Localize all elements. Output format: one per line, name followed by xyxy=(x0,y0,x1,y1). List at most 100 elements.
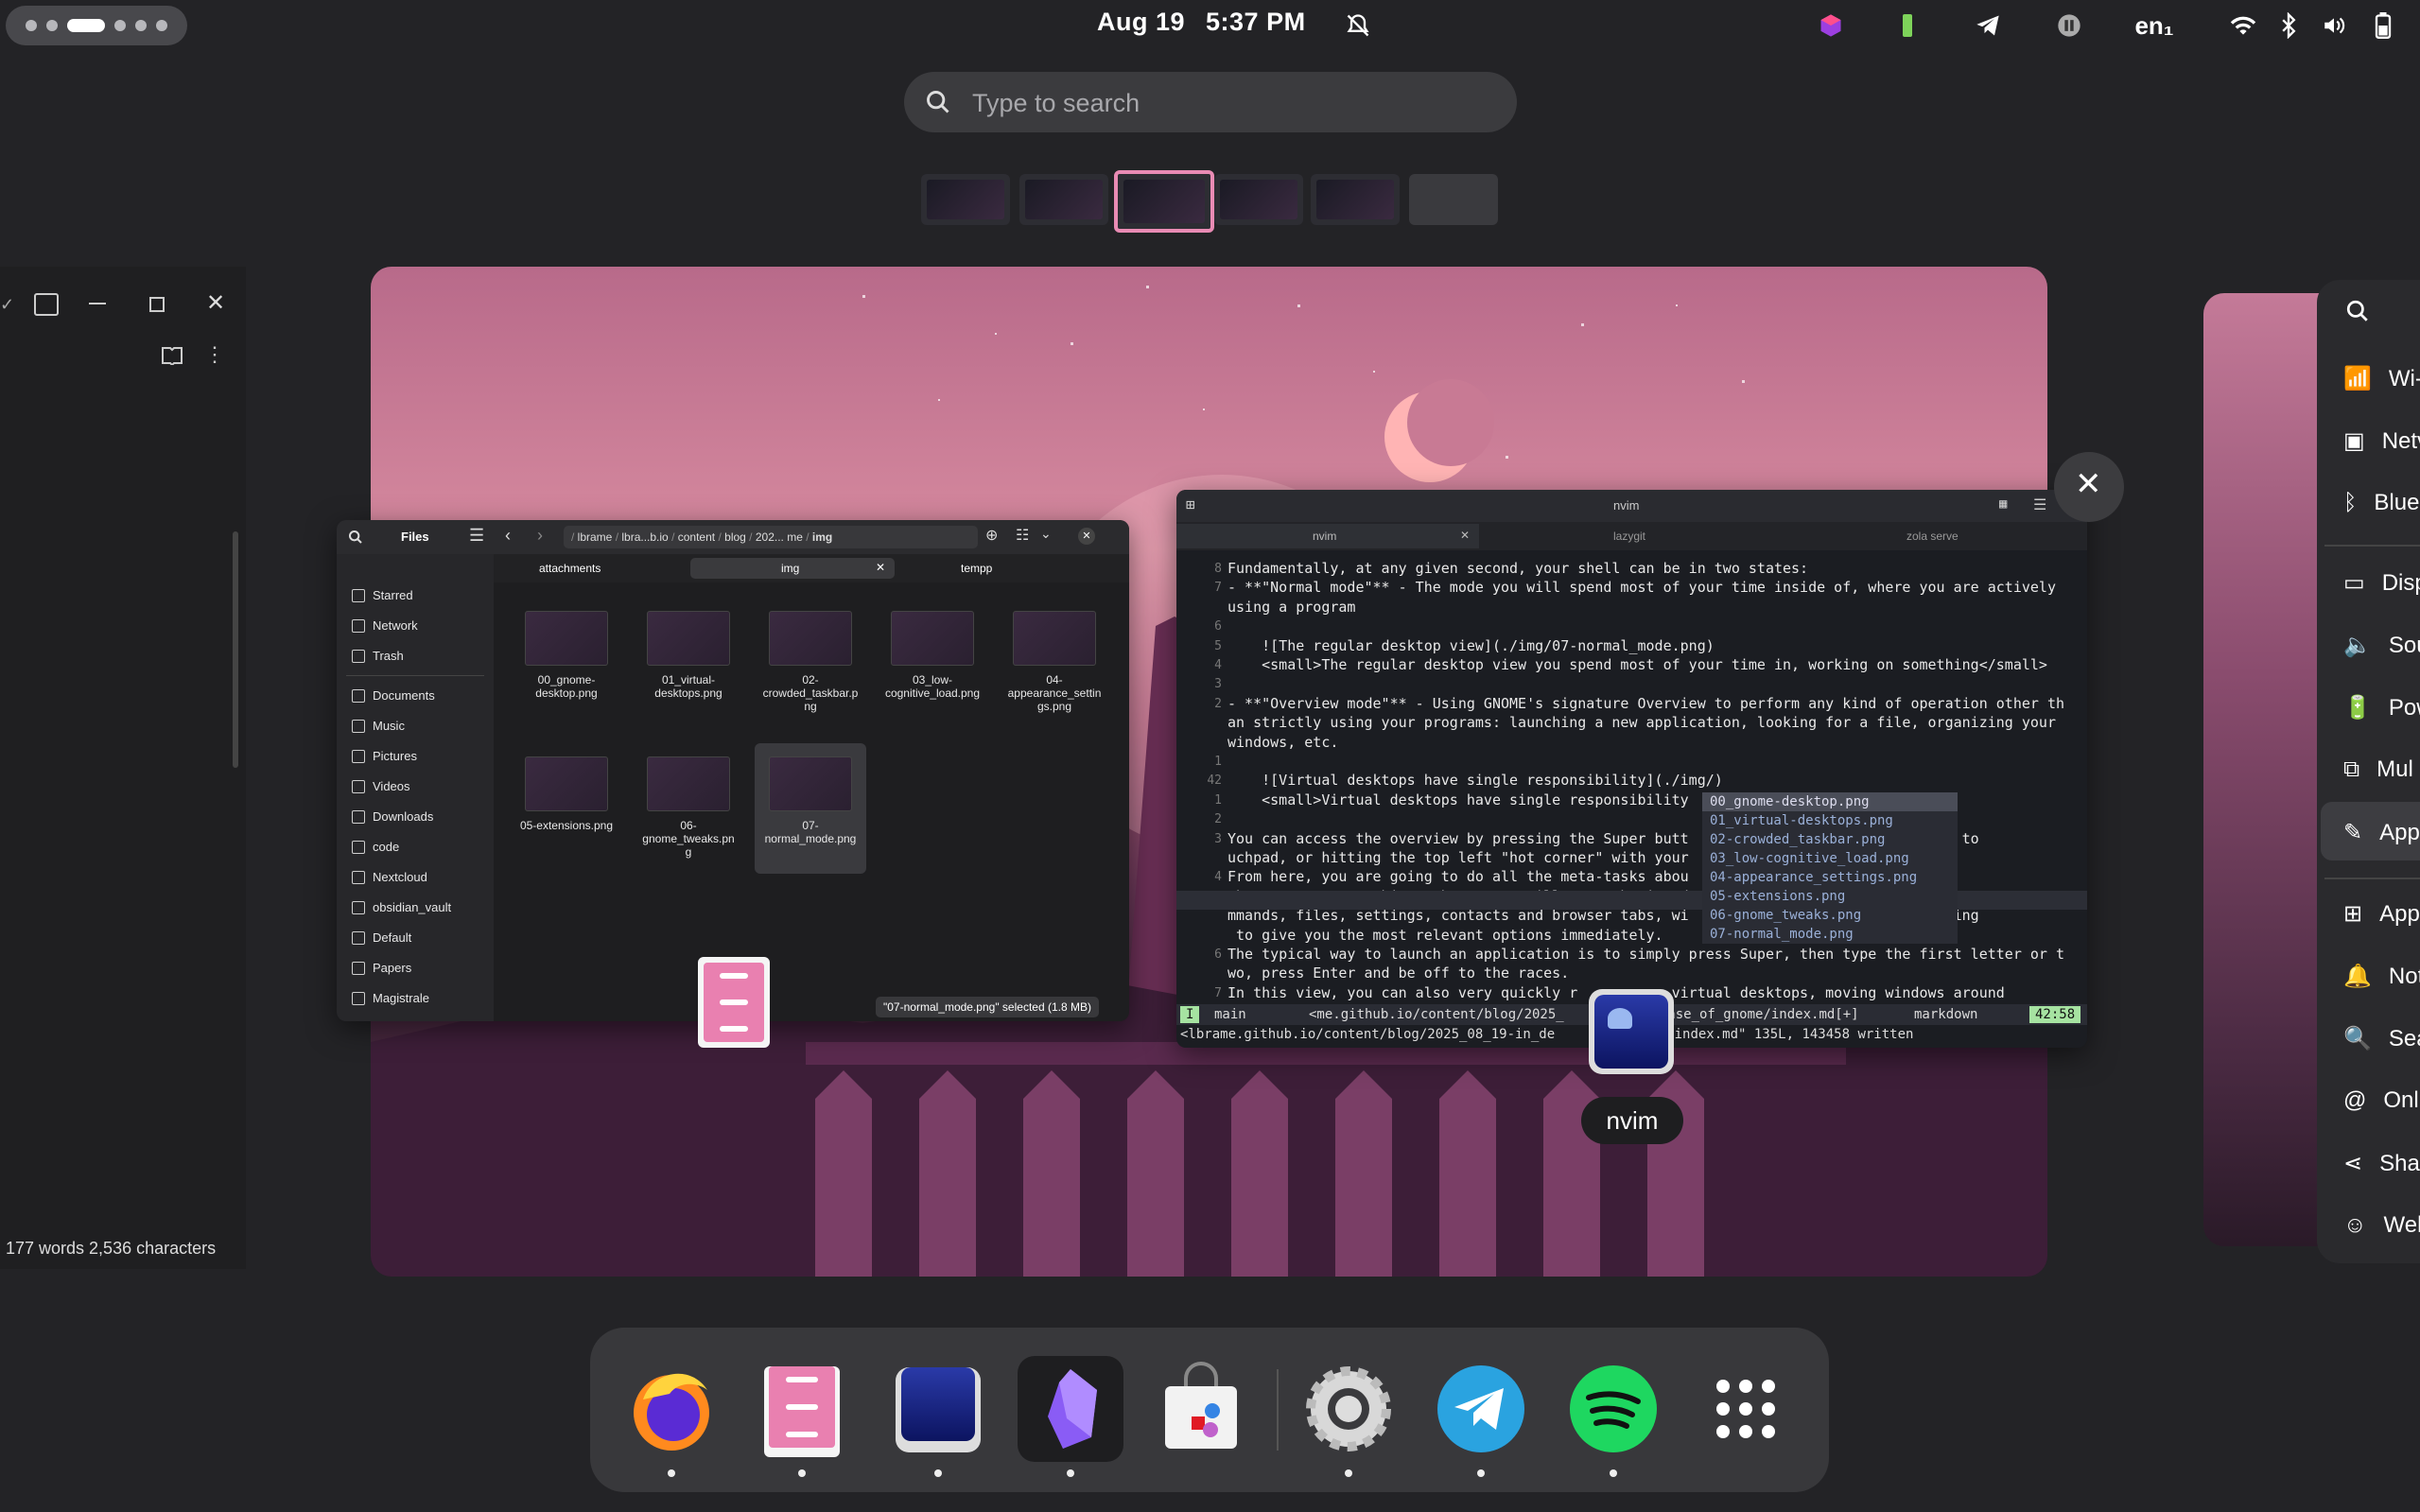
sidebar-item-default[interactable]: Default xyxy=(352,930,411,945)
pause-icon[interactable] xyxy=(2050,6,2088,45)
dnd-off-icon[interactable] xyxy=(1339,6,1377,45)
qs-wifi[interactable]: 📶 Wi- xyxy=(2343,365,2420,392)
nvim-line[interactable]: 1 xyxy=(1176,753,2087,772)
qs-multitasking[interactable]: ⧉ Mul xyxy=(2343,756,2413,783)
qs-search[interactable]: 🔍Sea xyxy=(2343,1025,2420,1052)
grid-icon[interactable]: ▦ xyxy=(1999,496,2007,512)
dock-app-show-apps[interactable] xyxy=(1698,1362,1793,1456)
qs-online-accounts[interactable]: @ Onli xyxy=(2343,1087,2420,1114)
sidebar-item-nextcloud[interactable]: Nextcloud xyxy=(352,870,427,884)
qs-display[interactable]: ▭Disp xyxy=(2343,569,2420,597)
forward-icon[interactable]: › xyxy=(537,526,543,546)
breadcrumb-item[interactable]: lbra...b.io xyxy=(621,530,668,544)
file-item[interactable]: 05-extensions.png xyxy=(511,756,622,832)
scrollbar[interactable] xyxy=(233,531,238,768)
tab-lazygit[interactable]: lazygit xyxy=(1613,530,1645,543)
clock[interactable]: Aug 19 5:37 PM xyxy=(1097,8,1327,37)
dock-app-software[interactable] xyxy=(1154,1362,1248,1456)
close-window-button[interactable]: ✕ xyxy=(2054,452,2124,522)
tab-tempp[interactable]: tempp xyxy=(961,562,992,575)
qs-network[interactable]: ▣Netv xyxy=(2343,427,2420,455)
close-icon[interactable]: ✕ xyxy=(206,289,225,317)
nvim-line[interactable]: 4 <small>The regular desktop view you sp… xyxy=(1176,656,2087,675)
sidebar-item-trash[interactable]: Trash xyxy=(352,649,404,663)
completion-item[interactable]: 01_virtual-desktops.png xyxy=(1702,811,1958,830)
breadcrumb-item[interactable]: content xyxy=(678,530,715,544)
workspace-thumbnail-empty[interactable] xyxy=(1409,174,1498,225)
sidebar-item-pictures[interactable]: Pictures xyxy=(352,749,417,763)
wifi-icon[interactable] xyxy=(2224,6,2262,45)
qs-power[interactable]: 🔋Pow xyxy=(2343,694,2420,721)
qs-welcome[interactable]: ☺ Wel xyxy=(2343,1212,2420,1239)
nvim-line[interactable]: 5 ![The regular desktop view](./img/07-n… xyxy=(1176,637,2087,656)
file-item[interactable]: 01_virtual- desktops.png xyxy=(633,611,744,700)
sidebar-item-network[interactable]: Network xyxy=(352,618,418,633)
search-icon[interactable] xyxy=(348,530,363,545)
nvim-line[interactable]: 6 xyxy=(1176,617,2087,636)
path-bar[interactable]: / lbrame / lbra...b.io / content / blog … xyxy=(564,526,978,548)
breadcrumb-item[interactable]: blog xyxy=(724,530,746,544)
qs-applications[interactable]: ⊞ App xyxy=(2343,900,2420,928)
workspace-indicator[interactable] xyxy=(6,6,187,45)
new-folder-icon[interactable]: ⊕ xyxy=(985,526,998,545)
nvim-line[interactable]: windows, etc. xyxy=(1176,734,2087,753)
list-view-icon[interactable]: ☷ xyxy=(1016,526,1029,545)
tab-img[interactable]: img ✕ xyxy=(690,558,895,579)
dock-app-settings[interactable] xyxy=(1301,1362,1396,1456)
nvim-line[interactable]: 8 Fundamentally, at any given second, you… xyxy=(1176,560,2087,579)
chevron-down-icon[interactable]: ⌄ xyxy=(1040,526,1052,542)
dock-app-spotify[interactable] xyxy=(1566,1362,1661,1456)
sidebar-item-music[interactable]: Music xyxy=(352,719,405,733)
nvim-line[interactable]: 2 - **"Overview mode"** - Using GNOME's s… xyxy=(1176,695,2087,714)
file-item[interactable]: 00_gnome- desktop.png xyxy=(511,611,622,700)
files-window[interactable]: Files ☰ ‹ › / lbrame / lbra...b.io / con… xyxy=(337,520,1129,1021)
completion-item[interactable]: 05-extensions.png xyxy=(1702,887,1958,906)
completion-item[interactable]: 06-gnome_tweaks.png xyxy=(1702,906,1958,925)
completion-menu[interactable]: 00_gnome-desktop.png 01_virtual-desktops.… xyxy=(1702,792,1958,944)
volume-icon[interactable] xyxy=(2315,6,2353,45)
file-item[interactable]: 03_low- cognitive_load.png xyxy=(877,611,988,700)
sidebar-item-magistrale[interactable]: Magistrale xyxy=(352,991,429,1005)
sidebar-item-starred[interactable]: Starred xyxy=(352,588,413,602)
close-icon[interactable]: ✕ xyxy=(1078,528,1095,545)
breadcrumb-current[interactable]: img xyxy=(812,530,832,544)
workspace-thumbnail[interactable] xyxy=(1311,174,1400,225)
sidebar-item-videos[interactable]: Videos xyxy=(352,779,410,793)
sidebar-item-papers[interactable]: Papers xyxy=(352,961,411,975)
bluetooth-icon[interactable] xyxy=(2273,6,2304,45)
breadcrumb-item[interactable]: 202... me xyxy=(756,530,803,544)
sidebar-item-documents[interactable]: Documents xyxy=(352,688,435,703)
close-icon[interactable]: ✕ xyxy=(876,561,885,574)
quick-settings-panel[interactable]: 📶Wi- ▣Netv ᛒBlue ▭Disp 🔈Sou 🔋Pow ⧉Mul ✎A… xyxy=(2317,280,2420,1263)
telegram-tray-icon[interactable] xyxy=(1969,6,2007,45)
qs-bluetooth[interactable]: ᛒ Blue xyxy=(2343,490,2419,516)
file-item[interactable]: 04- appearance_settin gs.png xyxy=(999,611,1110,713)
nvim-window[interactable]: ⊞ nvim ▦ ☰ nvim ✕ lazygit zola serve 8 Fu… xyxy=(1176,490,2087,1048)
back-icon[interactable]: ‹ xyxy=(505,526,511,546)
tab-attachments[interactable]: attachments xyxy=(539,562,601,575)
nvim-line[interactable]: an strictly using your programs: launchi… xyxy=(1176,714,2087,733)
nvim-line[interactable]: 42 ![Virtual desktops have single respon… xyxy=(1176,772,2087,791)
sidebar-item-obsidian[interactable]: obsidian_vault xyxy=(352,900,451,914)
nvim-line[interactable]: 6 The typical way to launch an applicatio… xyxy=(1176,946,2087,965)
sidebar-item-downloads[interactable]: Downloads xyxy=(352,809,433,824)
tab-nvim[interactable]: nvim ✕ xyxy=(1176,524,1479,548)
color-app-icon[interactable] xyxy=(1812,6,1850,45)
qs-sound[interactable]: 🔈Sou xyxy=(2343,632,2420,659)
nvim-line[interactable]: wo, press Enter and be off to the races. xyxy=(1176,965,2087,983)
breadcrumb-item[interactable]: lbrame xyxy=(578,530,613,544)
book-icon[interactable] xyxy=(161,346,183,365)
completion-item[interactable]: 07-normal_mode.png xyxy=(1702,925,1958,944)
check-icon[interactable]: ✓ xyxy=(0,295,14,315)
sidebar-toggle-icon[interactable] xyxy=(34,293,59,316)
new-tab-icon[interactable]: ⊞ xyxy=(1186,495,1195,513)
workspace-thumbnail[interactable] xyxy=(1214,174,1303,225)
dock-app-terminal[interactable] xyxy=(891,1362,985,1456)
completion-item[interactable]: 02-crowded_taskbar.png xyxy=(1702,830,1958,849)
language-indicator[interactable]: en₁ xyxy=(2130,6,2179,45)
workspace-thumbnail-active[interactable] xyxy=(1114,170,1214,233)
workspace-thumbnail[interactable] xyxy=(1019,174,1108,225)
qs-notifications[interactable]: 🔔Noti xyxy=(2343,963,2420,990)
battery-icon[interactable] xyxy=(2364,6,2402,45)
qs-sharing[interactable]: ⋖ Sha xyxy=(2343,1150,2420,1177)
